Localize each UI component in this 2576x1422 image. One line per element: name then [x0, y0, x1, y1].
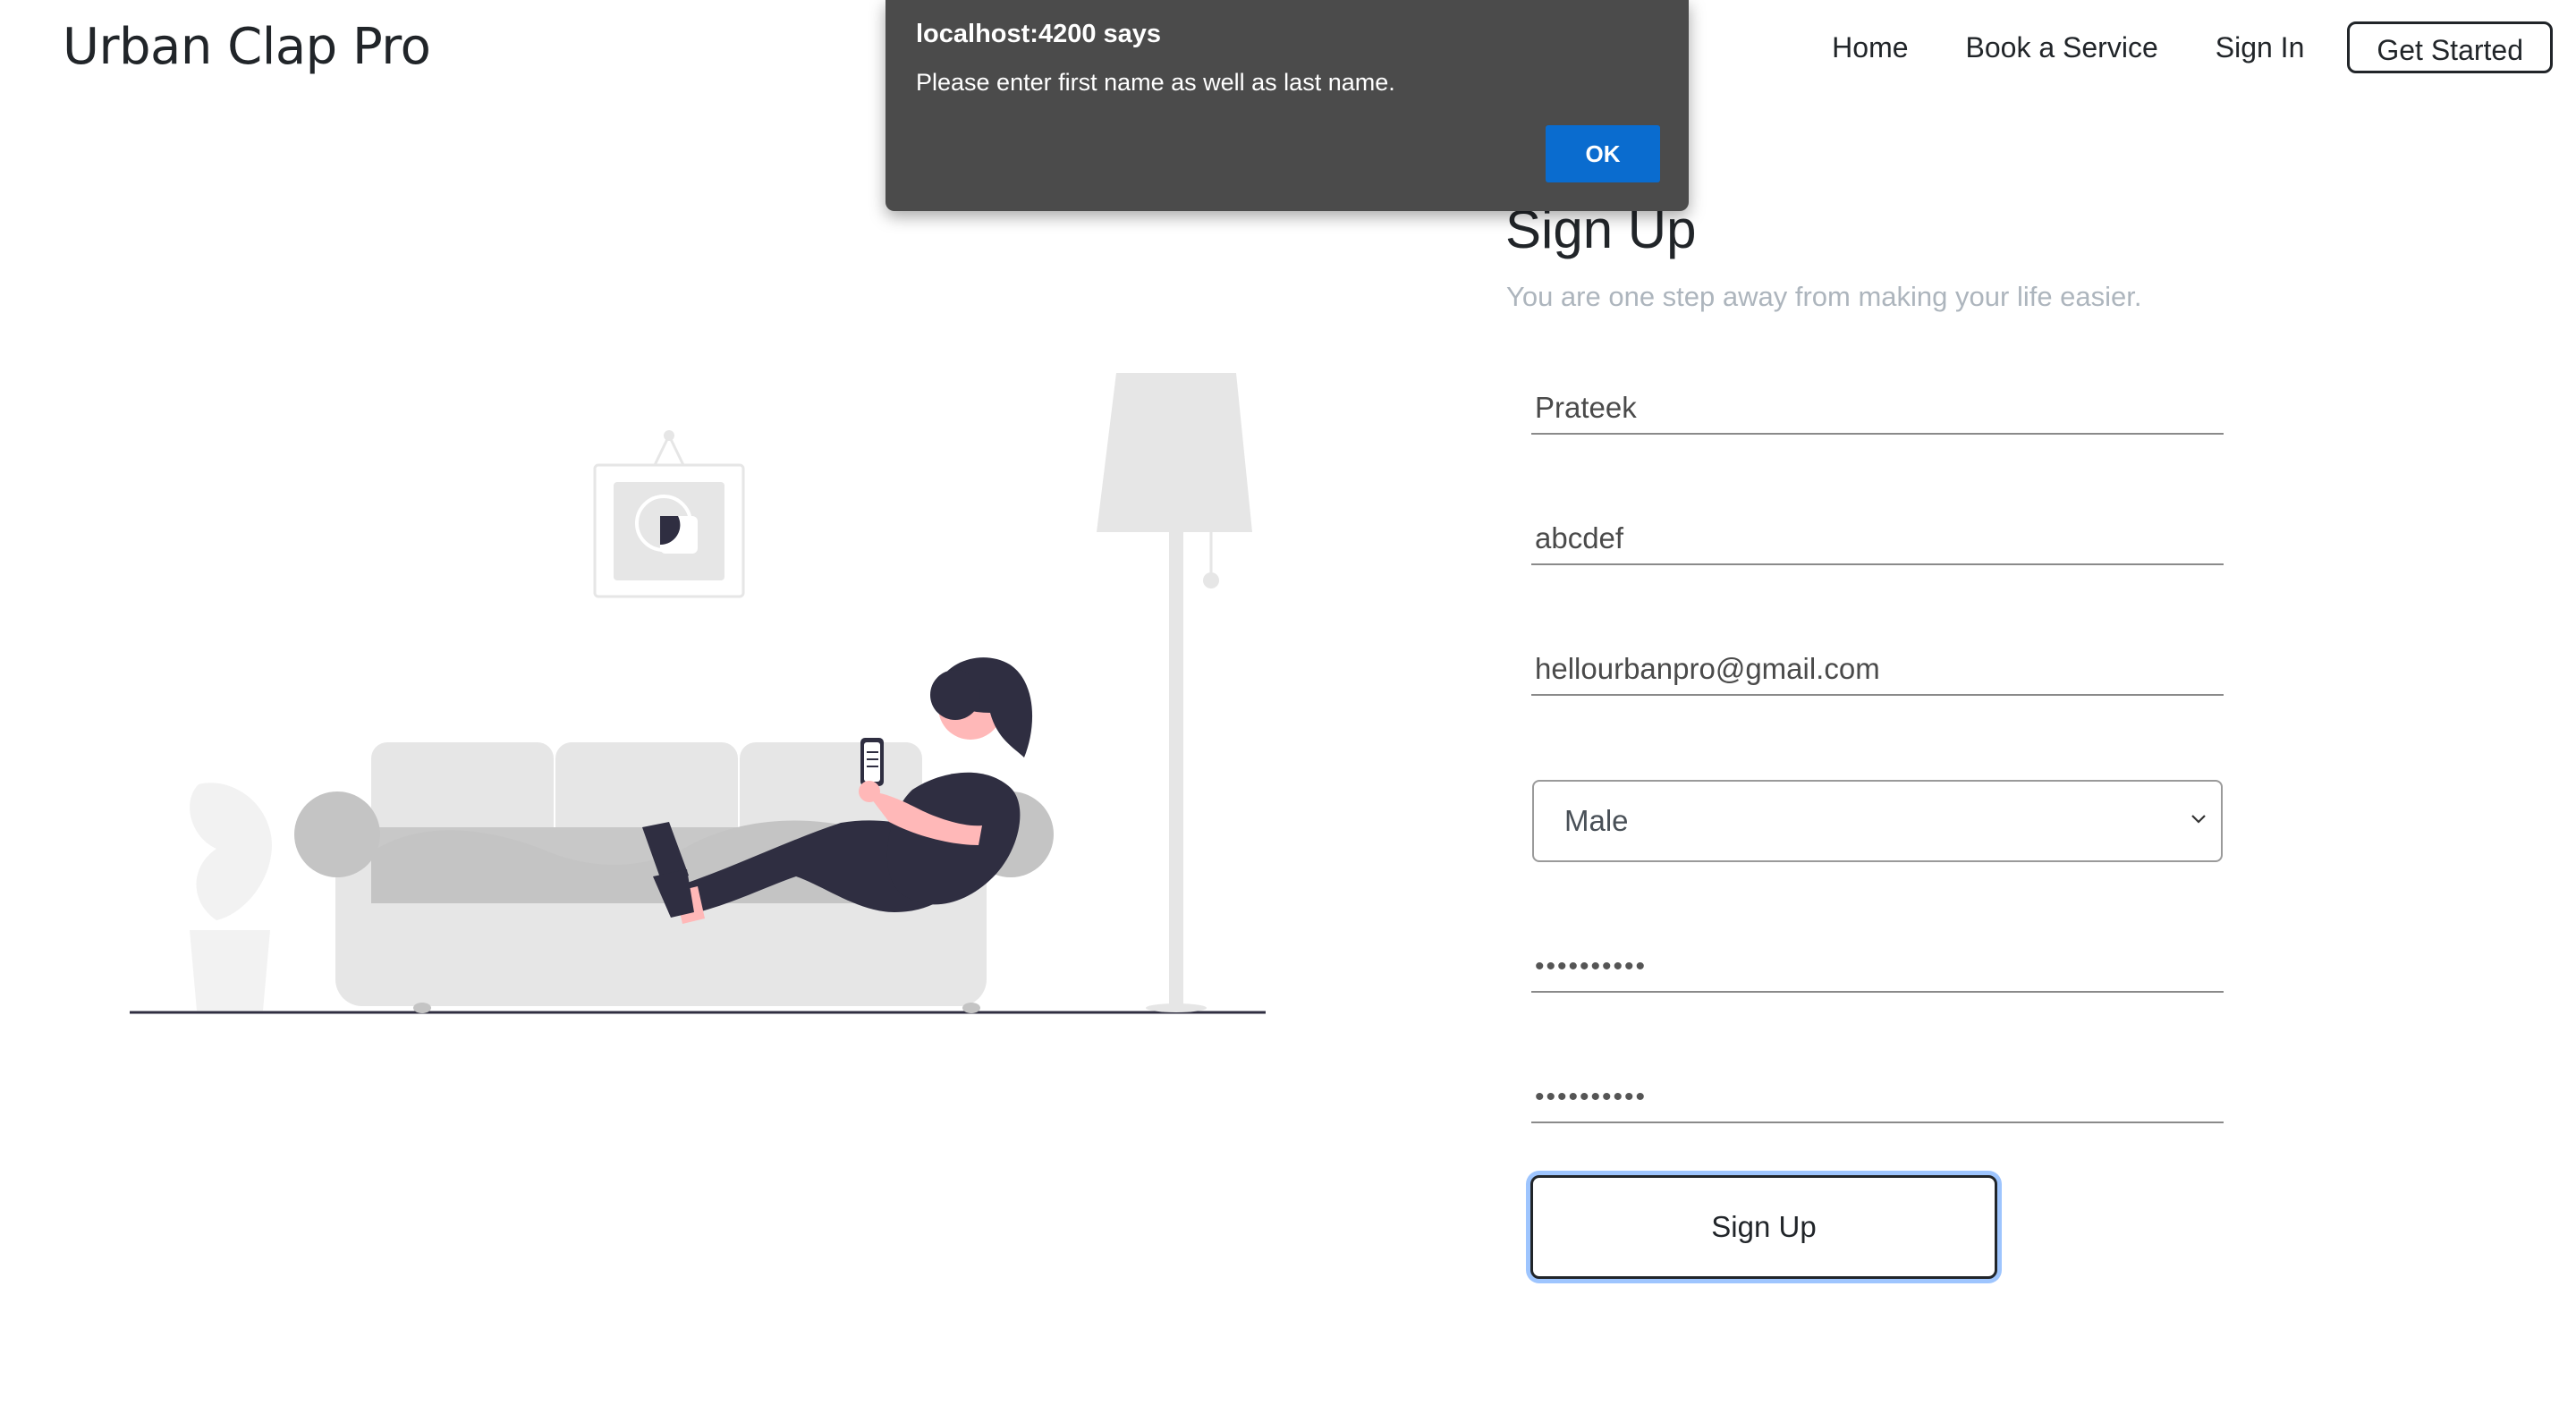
- gender-select-value: Male: [1564, 804, 1629, 837]
- potted-plant: [190, 783, 272, 1011]
- nav-home-link[interactable]: Home: [1832, 22, 1908, 72]
- floor-lamp: [1097, 373, 1252, 1012]
- nav-book-service-link[interactable]: Book a Service: [1966, 22, 2158, 72]
- alert-title: localhost:4200 says: [916, 20, 1162, 48]
- last-name-input[interactable]: [1531, 513, 2224, 565]
- get-started-button[interactable]: Get Started: [2347, 21, 2553, 73]
- brand-logo[interactable]: Urban Clap Pro: [63, 16, 431, 79]
- alert-message: Please enter first name as well as last …: [916, 69, 1395, 96]
- first-name-input[interactable]: [1531, 383, 2224, 435]
- signup-button[interactable]: Sign Up: [1530, 1175, 1997, 1279]
- password-input[interactable]: ••••••••••: [1531, 941, 2224, 993]
- confirm-password-input[interactable]: ••••••••••: [1531, 1071, 2224, 1123]
- wall-frame: [593, 430, 745, 598]
- page: Urban Clap Pro Home Book a Service Sign …: [0, 0, 2576, 1422]
- signup-subtitle: You are one step away from making your l…: [1506, 281, 2142, 312]
- email-input[interactable]: [1531, 644, 2224, 696]
- gender-select[interactable]: Male: [1532, 780, 2223, 862]
- main-nav: Home Book a Service Sign In Get Started: [1775, 21, 2553, 73]
- alert-dialog: localhost:4200 says Please enter first n…: [886, 0, 1689, 211]
- couch-illustration: [130, 373, 1266, 1014]
- chevron-down-icon: [2191, 815, 2206, 824]
- alert-ok-button[interactable]: OK: [1546, 125, 1660, 182]
- nav-sign-in-link[interactable]: Sign In: [2216, 22, 2305, 72]
